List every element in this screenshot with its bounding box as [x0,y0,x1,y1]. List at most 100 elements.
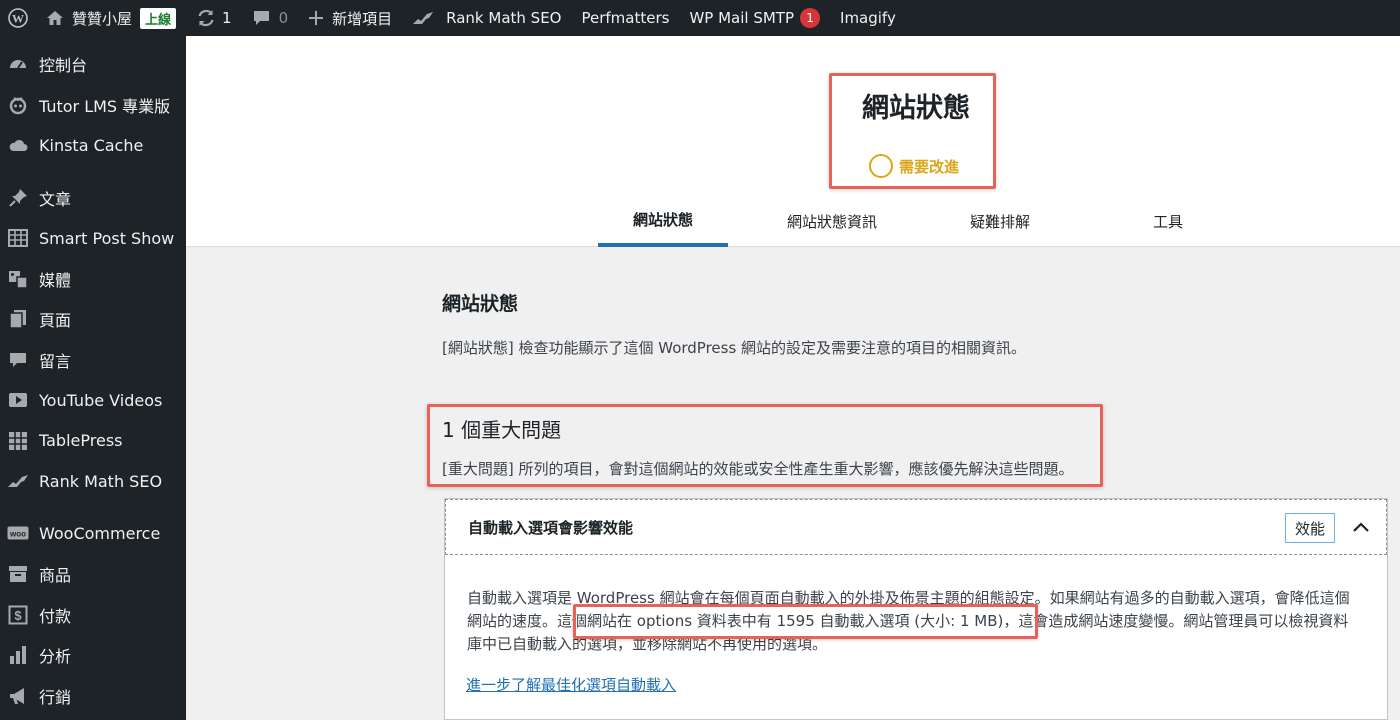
imagify-label: Imagify [840,9,896,27]
sidebar-item-label: 媒體 [39,270,72,290]
page-icon [7,308,29,330]
rank-math-label: Rank Math SEO [446,9,562,27]
woo-icon: woo [7,523,29,545]
learn-more-link[interactable]: 進一步了解最佳化選項自動載入 [466,674,676,695]
chart-icon [7,644,29,666]
admin-sidebar: 控制台 Tutor LMS 專業版 Kinsta Cache 文章 Smart … [0,36,186,720]
tab-label: 工具 [1152,213,1183,231]
sidebar-item-label: WooCommerce [39,524,161,544]
sidebar-item-label: 行銷 [39,687,72,707]
tab-bar: 網站狀態 網站狀態資訊 疑難排解 工具 [186,196,1400,247]
video-icon [7,389,29,411]
svg-text:$: $ [14,608,22,623]
tab-site-health-info[interactable]: 網站狀態資訊 [764,196,900,247]
sidebar-item-label: 文章 [39,189,72,209]
imagify-link[interactable]: Imagify [830,0,906,36]
sidebar-item-label: 分析 [39,647,72,667]
refresh-icon [196,8,216,28]
category-badge: 效能 [1285,513,1336,543]
comment-icon [7,349,29,371]
live-badge: 上線 [140,7,177,29]
site-name-link[interactable]: 贊贊小屋 上線 [36,0,186,36]
grid-icon [7,227,29,249]
sidebar-item-label: YouTube Videos [39,390,163,410]
sidebar-item-label: Kinsta Cache [39,135,144,155]
notification-badge: 1 [800,8,821,28]
health-status: 需要改進 [869,154,959,178]
sidebar-item-rank-math-seo[interactable]: Rank Math SEO [0,461,186,502]
sidebar-item-comments[interactable]: 留言 [0,340,186,381]
table-icon [7,430,29,452]
chevron-up-icon[interactable] [1350,516,1372,542]
sidebar-item-label: 留言 [39,351,72,371]
issue-title: 自動載入選項會影響效能 [468,519,634,537]
section-description: [網站狀態] 檢查功能顯示了這個 WordPress 網站的設定及需要注意的項目… [442,339,1027,357]
page-title: 網站狀態 [862,93,970,124]
sidebar-item-pages[interactable]: 頁面 [0,299,186,340]
sidebar-item-tablepress[interactable]: TablePress [0,421,186,462]
pin-icon [7,187,29,209]
updates-count: 1 [222,9,232,27]
critical-issues-title: 1 個重大問題 [442,418,562,442]
svg-text:W: W [12,12,24,26]
annotation-highlight-autoload [573,604,1038,639]
perfmatters-link[interactable]: Perfmatters [571,0,679,36]
site-name: 贊贊小屋 [72,9,133,28]
progress-circle-icon [869,154,893,178]
sidebar-item-label: 頁面 [39,311,72,331]
site-health-header: 網站狀態 需要改進 網站狀態 網站狀態資訊 疑難排解 工具 [186,36,1400,247]
tab-label: 網站狀態資訊 [786,213,877,231]
sidebar-item-marketing[interactable]: 行銷 [0,676,186,717]
sidebar-item-products[interactable]: 商品 [0,554,186,595]
sidebar-item-analytics[interactable]: 分析 [0,635,186,676]
svg-text:woo: woo [9,529,26,538]
media-icon [7,268,29,290]
sidebar-item-youtube-videos[interactable]: YouTube Videos [0,380,186,421]
home-icon [46,9,64,27]
dashboard-icon [7,53,29,75]
sidebar-item-label: 付款 [39,606,72,626]
new-item-link[interactable]: 新增項目 [298,0,402,36]
tab-troubleshooting[interactable]: 疑難排解 [946,196,1054,247]
payment-icon: $ [7,604,29,626]
critical-issues-description: [重大問題] 所列的項目，會對這個網站的效能或安全性產生重大影響，應該優先解決這… [442,460,1074,478]
sidebar-item-label: Rank Math SEO [39,471,163,491]
sidebar-item-media[interactable]: 媒體 [0,259,186,300]
wp-mail-smtp-link[interactable]: WP Mail SMTP 1 [679,0,830,36]
sidebar-item-dashboard[interactable]: 控制台 [0,44,186,85]
tab-label: 網站狀態 [632,211,693,229]
rankmath-icon [7,470,29,492]
tab-tools[interactable]: 工具 [1126,196,1210,247]
comments-link[interactable]: 0 [242,0,299,36]
sidebar-item-payments[interactable]: $ 付款 [0,595,186,636]
sidebar-item-woocommerce[interactable]: woo WooCommerce [0,514,186,555]
sidebar-item-tutor[interactable]: Tutor LMS 專業版 [0,85,186,126]
wp-mail-smtp-label: WP Mail SMTP [689,9,795,27]
sidebar-item-label: Tutor LMS 專業版 [39,96,171,116]
admin-bar: W 贊贊小屋 上線 1 0 新增項目 Rank Math SEO Perfmat… [0,0,1400,36]
status-text: 需要改進 [899,157,960,176]
sidebar-item-label: Smart Post Show [39,228,175,248]
sidebar-item-posts[interactable]: 文章 [0,178,186,219]
megaphone-icon [7,685,29,707]
perfmatters-label: Perfmatters [581,9,670,27]
cloud-icon [7,134,29,156]
comment-icon [252,9,271,27]
sidebar-item-label: 商品 [39,566,72,586]
sidebar-item-label: 控制台 [39,56,88,76]
archive-icon [7,563,29,585]
tab-label: 疑難排解 [969,213,1030,231]
accordion-header[interactable]: 自動載入選項會影響效能 效能 [445,499,1387,555]
sidebar-item-label: TablePress [39,431,123,451]
new-item-label: 新增項目 [332,9,393,28]
tab-site-health-status[interactable]: 網站狀態 [598,196,728,247]
rank-math-link[interactable]: Rank Math SEO [402,0,571,36]
comments-count: 0 [278,9,289,27]
updates-link[interactable]: 1 [186,0,242,36]
section-title: 網站狀態 [442,293,519,315]
sidebar-item-smart-post-show[interactable]: Smart Post Show [0,218,186,259]
tutor-icon [7,94,29,116]
wordpress-logo-icon[interactable]: W [0,0,36,36]
sidebar-item-kinsta-cache[interactable]: Kinsta Cache [0,125,186,166]
plus-icon [308,10,324,26]
